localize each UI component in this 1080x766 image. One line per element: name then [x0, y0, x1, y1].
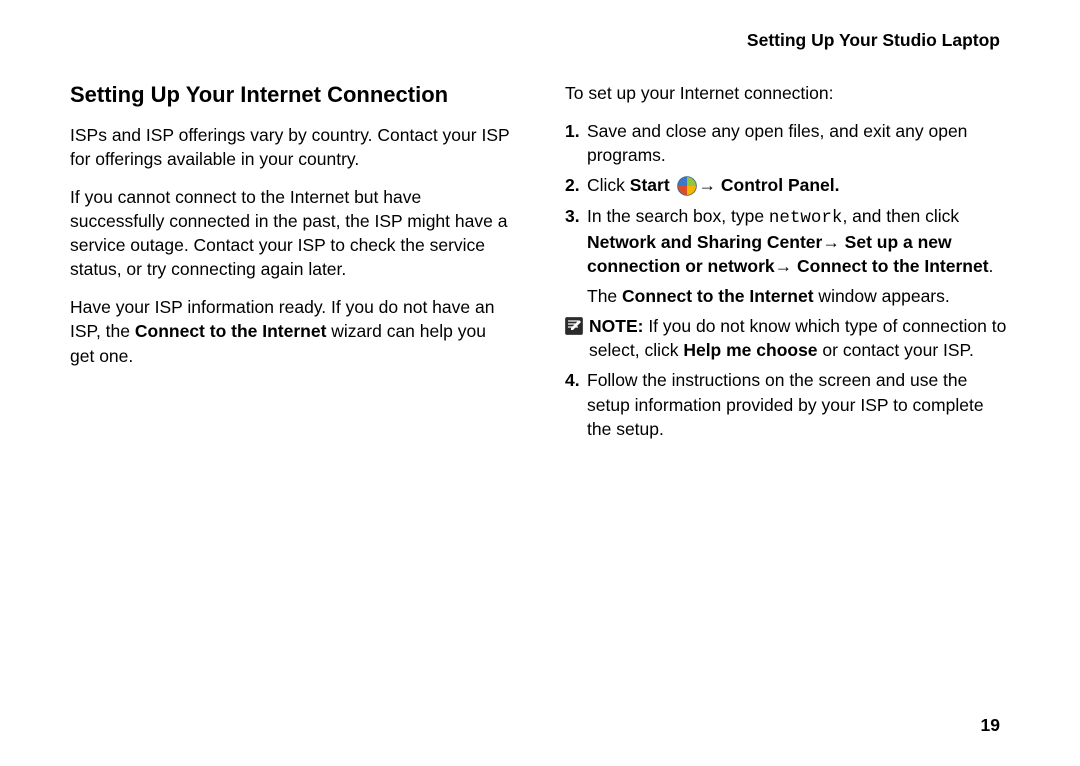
- step-4: 4. Follow the instructions on the screen…: [565, 368, 1010, 440]
- note-c: or contact your ISP.: [818, 340, 974, 360]
- steps-list-cont: 4. Follow the instructions on the screen…: [565, 368, 1010, 440]
- windows-start-icon: [677, 176, 697, 196]
- marker-3: 3.: [565, 204, 587, 228]
- step-3-content: In the search box, type network, and the…: [587, 204, 1010, 278]
- step-3a: In the search box, type: [587, 206, 769, 226]
- paragraph-1: ISPs and ISP offerings vary by country. …: [70, 123, 515, 171]
- note-text: NOTE: If you do not know which type of c…: [589, 314, 1010, 362]
- paragraph-3: Have your ISP information ready. If you …: [70, 295, 515, 367]
- right-column: To set up your Internet connection: 1. S…: [565, 81, 1010, 447]
- start-label: Start: [630, 175, 675, 195]
- step-2a: Click: [587, 175, 630, 195]
- connect-to-internet-label: Connect to the Internet: [135, 321, 327, 341]
- step-3-sub-c: window appears.: [814, 286, 950, 306]
- left-column: Setting Up Your Internet Connection ISPs…: [70, 81, 515, 447]
- step-4-text: Follow the instructions on the screen an…: [587, 368, 1010, 440]
- network-sharing-label: Network and Sharing Center→ Set up a new…: [587, 232, 989, 276]
- marker-1: 1.: [565, 119, 587, 143]
- connect-window-label: Connect to the Internet: [622, 286, 814, 306]
- step-3-sub-a: The: [587, 286, 622, 306]
- step-1-text: Save and close any open files, and exit …: [587, 119, 1010, 167]
- paragraph-2: If you cannot connect to the Internet bu…: [70, 185, 515, 282]
- section-title: Setting Up Your Internet Connection: [70, 81, 515, 109]
- marker-2: 2.: [565, 173, 587, 197]
- help-me-choose-label: Help me choose: [683, 340, 817, 360]
- step-2: 2. Click Start → Control Panel.: [565, 173, 1010, 197]
- intro-line: To set up your Internet connection:: [565, 81, 1010, 105]
- content-area: Setting Up Your Internet Connection ISPs…: [70, 81, 1010, 447]
- note-row: NOTE: If you do not know which type of c…: [565, 314, 1010, 362]
- control-panel-label: → Control Panel.: [699, 175, 840, 195]
- step-1: 1. Save and close any open files, and ex…: [565, 119, 1010, 167]
- page-number: 19: [981, 715, 1000, 736]
- step-2-content: Click Start → Control Panel.: [587, 173, 1010, 197]
- step-3e: .: [989, 256, 994, 276]
- step-3c: , and then click: [842, 206, 959, 226]
- steps-list: 1. Save and close any open files, and ex…: [565, 119, 1010, 278]
- marker-4: 4.: [565, 368, 587, 392]
- note-label: NOTE:: [589, 316, 643, 336]
- step-3: 3. In the search box, type network, and …: [565, 204, 1010, 278]
- network-code: network: [769, 208, 843, 228]
- header-title: Setting Up Your Studio Laptop: [70, 30, 1010, 51]
- step-3-sub: The Connect to the Internet window appea…: [565, 284, 1010, 308]
- note-icon: [565, 317, 583, 335]
